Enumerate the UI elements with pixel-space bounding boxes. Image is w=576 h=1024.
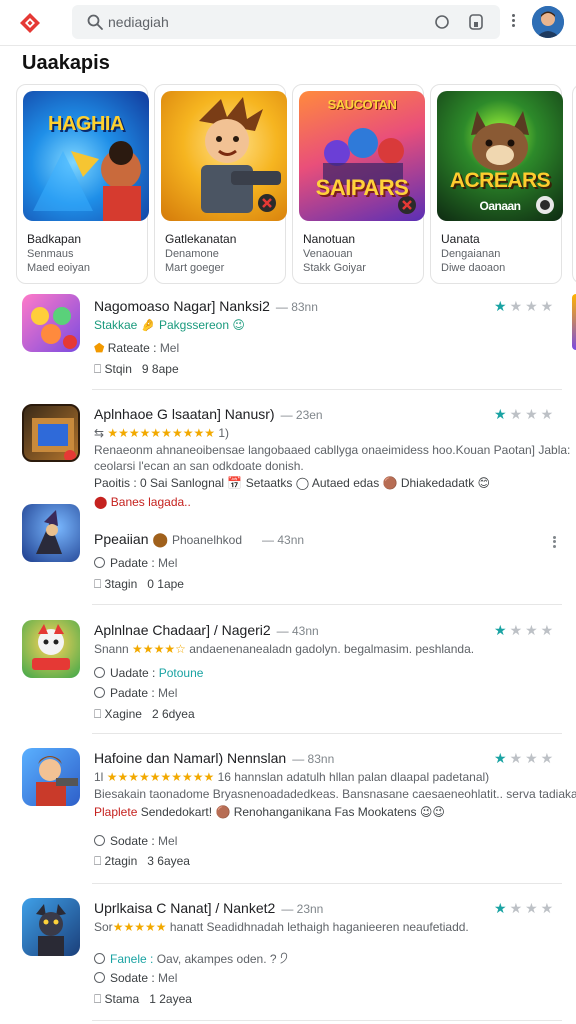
featured-card-title: Gatlekanatan — [165, 232, 237, 246]
game-art-caption: Oanaan — [479, 199, 521, 213]
more-options-icon[interactable] — [508, 12, 518, 32]
divider — [92, 389, 562, 390]
game-art-image — [161, 91, 287, 221]
featured-card[interactable]: ACREARS Oanaan Uanata Dengaianan Diwe da… — [430, 84, 563, 284]
list-item[interactable]: Ppeaiian ⬤ Phoanelhkod — 43nn Padate : Me… — [0, 504, 576, 596]
game-art-title: HAGHIA — [48, 113, 124, 135]
list-item-status: Uadate : Potoune — [94, 666, 203, 680]
featured-card-meta: Diwe daoaon — [441, 262, 506, 274]
list-item-title: Aplnhaoe G lsaatan] Nanusr) — 23en — [94, 406, 323, 422]
game-art-subtitle: SAUCOTAN — [327, 97, 397, 112]
featured-card-subtitle: Senmaus — [27, 248, 74, 260]
featured-card-subtitle: Dengaianan — [441, 248, 501, 260]
list-item-meta: ⎕ 3tagin 0 1ape — [94, 577, 184, 591]
featured-card-meta: Maed eoiyan — [27, 262, 90, 274]
list-item[interactable]: Hafoine dan Namarl) Nennslan — 83nn ★★★★ … — [0, 748, 576, 878]
featured-card-subtitle: Venaouan — [303, 248, 353, 260]
featured-card[interactable]: Gatlekanatan Denamone Mart goeger — [154, 84, 287, 284]
list-item-title: Ppeaiian ⬤ Phoanelhkod — 43nn — [94, 531, 305, 547]
featured-card-title: Badkapan — [27, 232, 82, 246]
divider — [92, 604, 562, 605]
list-item-status: ⬟ Rateate : Mel — [94, 341, 180, 355]
list-item-status-2: Padate : Mel — [94, 686, 177, 700]
app-icon-peek[interactable] — [572, 294, 576, 350]
mic-icon[interactable] — [468, 13, 484, 31]
list-item-description-2: ceolarsi l'ecan an san odkdoate donish. — [94, 459, 304, 473]
more-options-icon[interactable] — [553, 534, 557, 549]
rating-stars: ★★★★ — [494, 298, 557, 314]
app-icon — [22, 504, 80, 562]
list-item-description: Biesakain taonadome Bryasnenoadadedkeas.… — [94, 787, 576, 801]
divider — [92, 1020, 562, 1021]
top-bar: nediagiah — [0, 0, 576, 46]
list-item-meta: ⎕ Xagine 2 6dyea — [94, 707, 195, 721]
list-item-inline-rating: 1l ★★★★★★★★★★ 16 hannslan adatulh hllan … — [94, 770, 490, 784]
list-item-tags: Paoitis : 0 Sai Sanlognal 📅 Setaatks ◯ A… — [94, 476, 491, 490]
list-item-meta: ⎕ 2tagin 3 6ayea — [94, 854, 190, 868]
list-item-inline-rating: ⇆ ★★★★★★★★★★ 1) — [94, 426, 229, 440]
search-icon — [87, 14, 103, 30]
game-art-title: ACREARS — [449, 169, 551, 192]
search-placeholder: nediagiah — [108, 14, 169, 30]
divider — [92, 733, 562, 734]
app-icon — [22, 404, 80, 462]
divider — [92, 883, 562, 884]
list-item[interactable]: Nagomoaso Nagar] Nanksi2— 83nn ★★★★ Stak… — [0, 294, 576, 386]
list-item-subtitle: Stakkae 🤌 Pakgssereon 😉 — [94, 318, 245, 332]
app-icon — [22, 620, 80, 678]
list-item-title: Nagomoaso Nagar] Nanksi2— 83nn — [94, 298, 318, 314]
list-item-title: Hafoine dan Namarl) Nennslan — 83nn — [94, 750, 335, 766]
featured-card[interactable]: HAGHIA Badkapan Senmaus Maed eoiyan — [16, 84, 149, 284]
app-icon — [22, 748, 80, 806]
list-item[interactable]: Uprlkaisa C Nanat] / Nanket2— 23nn ★★★★ … — [0, 898, 576, 1010]
game-art-title: SAIPARS — [315, 175, 409, 200]
featured-card-subtitle: Denamone — [165, 248, 219, 260]
list-item-inline-rating: Sor★★★★★ hanatt Seadidhnadah lethaigh ha… — [94, 920, 469, 934]
list-item-title: Aplnlnae Chadaar] / Nageri2— 43nn — [94, 622, 319, 638]
list-item[interactable]: Aplnlnae Chadaar] / Nageri2— 43nn ★★★★ S… — [0, 620, 576, 728]
rating-stars: ★★★★ — [494, 750, 557, 766]
list-item-meta: ⎕ Stqin 9 8ape — [94, 362, 179, 376]
rating-stars: ★★★★ — [494, 900, 557, 916]
featured-card-meta: Mart goeger — [165, 262, 225, 274]
app-icon — [22, 898, 80, 956]
featured-card-title: Nanotuan — [303, 232, 356, 246]
featured-card-meta: Stakk Goiyar — [303, 262, 366, 274]
featured-card-title: Uanata — [441, 232, 480, 246]
rating-stars: ★★★★ — [494, 406, 557, 422]
game-art-image: ACREARS Oanaan — [437, 91, 563, 221]
list-item-status: Sodate : Mel — [94, 834, 177, 848]
list-item-status: Padate : Mel — [94, 556, 177, 570]
rating-stars: ★★★★ — [494, 622, 557, 638]
game-art-image: SAUCOTAN SAIPARS — [299, 91, 425, 221]
list-item-tags: Plaplete Sendedokart! 🟤 Renohanganikana … — [94, 805, 445, 819]
app-logo-icon[interactable] — [18, 11, 42, 35]
search-bar[interactable]: nediagiah — [72, 5, 500, 39]
list-item[interactable]: Aplnhaoe G lsaatan] Nanusr) — 23en ★★★★ ⇆… — [0, 404, 576, 514]
list-item-title: Uprlkaisa C Nanat] / Nanket2— 23nn — [94, 900, 324, 916]
featured-carousel: HAGHIA Badkapan Senmaus Maed eoiyan Gatl… — [16, 84, 576, 284]
featured-card[interactable]: SAUCOTAN SAIPARS Nanotuan Venaouan Stakk… — [292, 84, 425, 284]
list-item-inline-rating: Snann ★★★★☆ andaenenanealadn gadolyn. be… — [94, 642, 475, 656]
app-icon — [22, 294, 80, 352]
list-item-meta: ⎕ Stama 1 2ayea — [94, 992, 192, 1006]
featured-card-peek[interactable] — [572, 84, 576, 284]
avatar[interactable] — [532, 6, 564, 38]
game-art-image: HAGHIA — [23, 91, 149, 221]
list-item-status: Fanele : Oav, akampes oden. ? 🤈 — [94, 950, 288, 971]
list-item-status-2: Sodate : Mel — [94, 971, 177, 985]
list-item-description: Renaeonm ahnaneoibensae langobaaed cabll… — [94, 443, 571, 457]
section-title: Uaakapis — [22, 52, 110, 74]
camera-lens-icon[interactable] — [434, 14, 450, 30]
